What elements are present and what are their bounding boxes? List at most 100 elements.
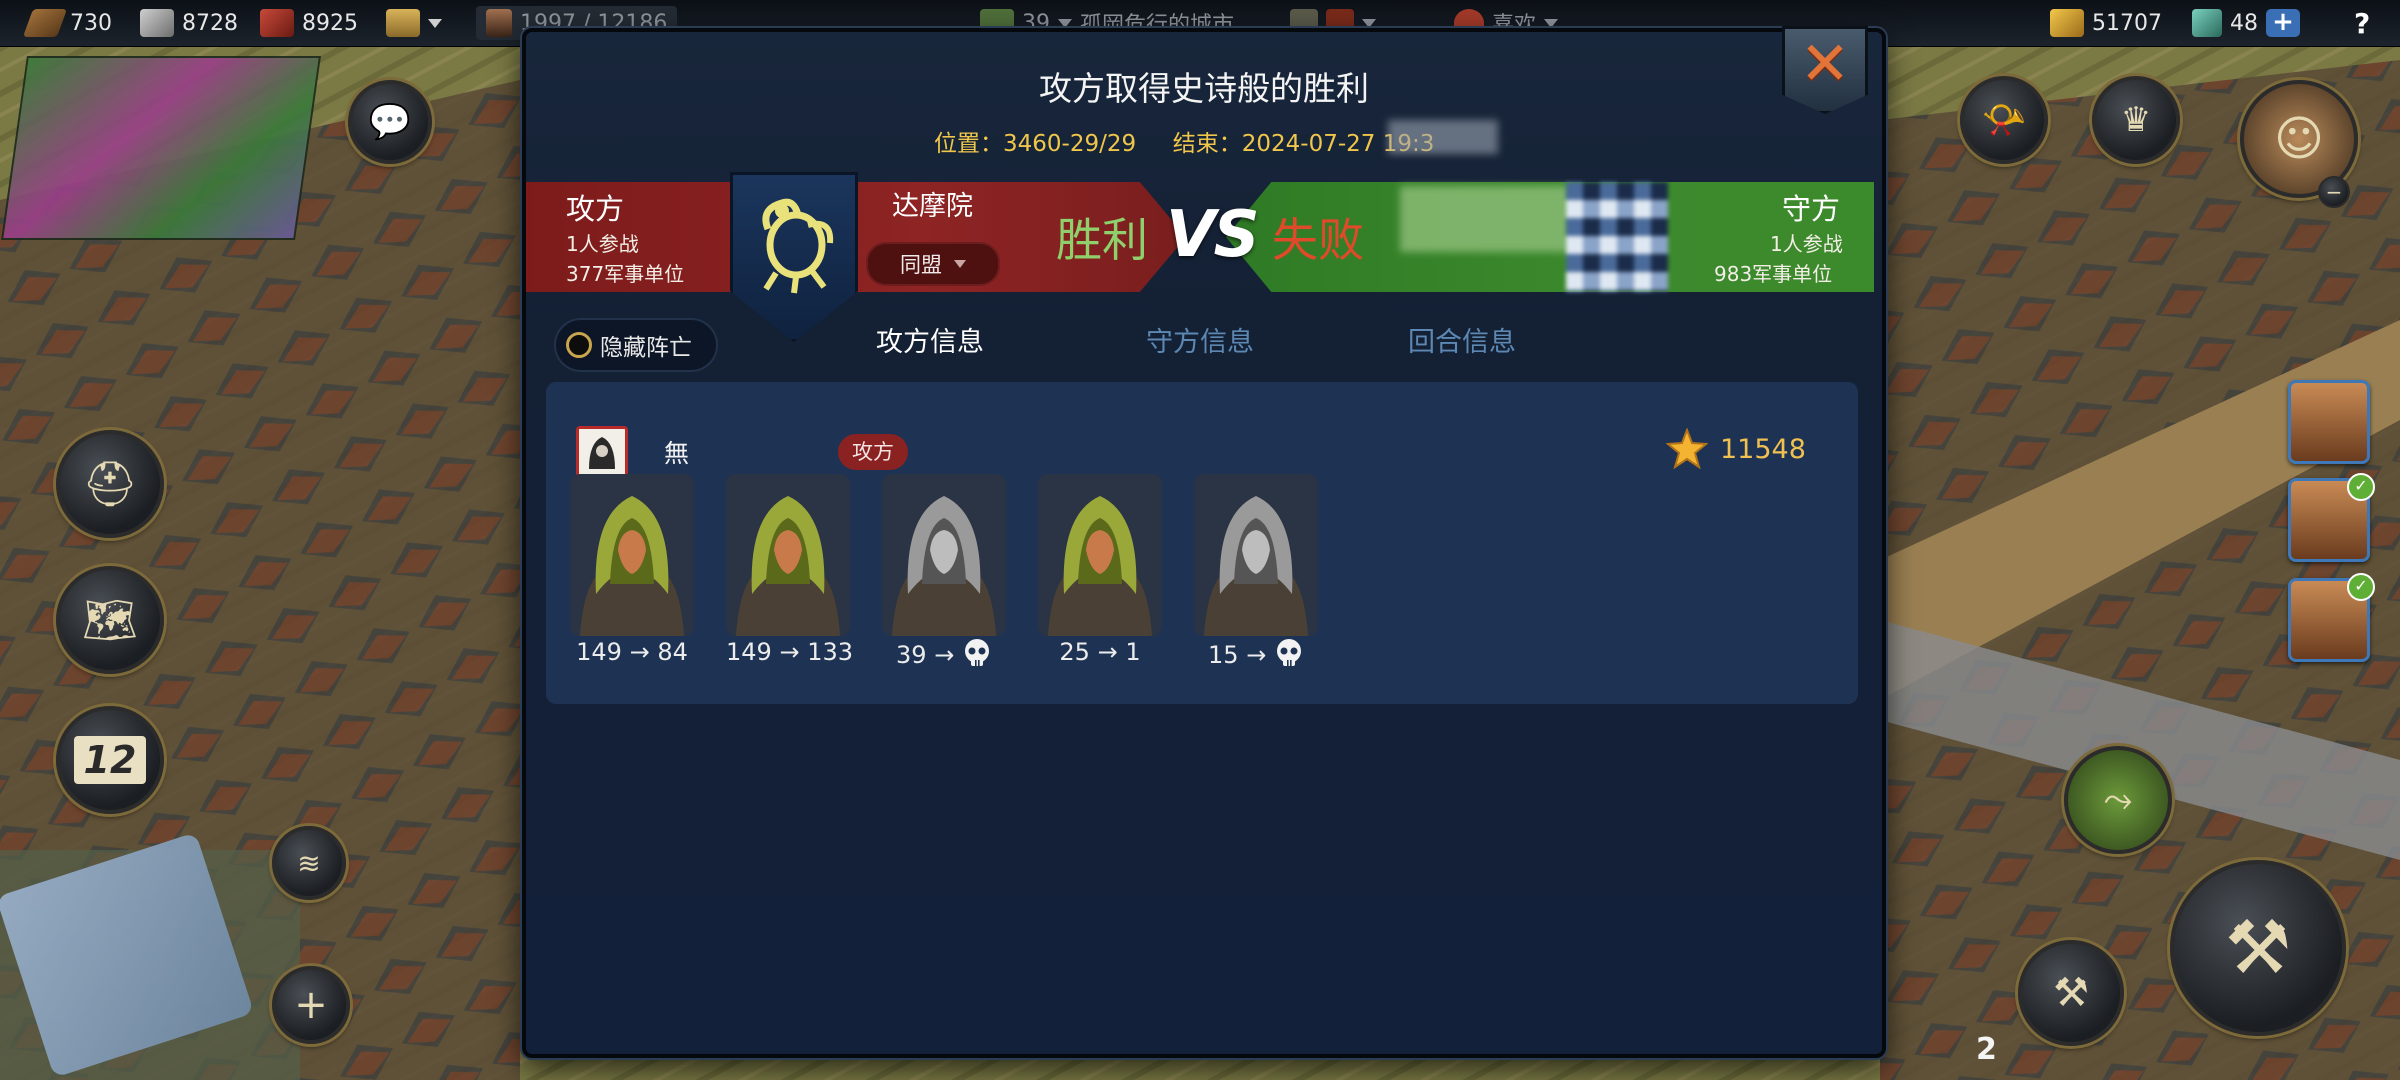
wood-resource[interactable]: 730 — [22, 6, 112, 40]
attacker-participants: 1人参战 — [566, 232, 639, 256]
hero-portrait-2[interactable]: ✓ — [2288, 473, 2375, 562]
close-icon: ✕ — [1799, 29, 1851, 99]
stone-resource[interactable]: 8728 — [140, 6, 238, 40]
unit-card[interactable] — [882, 474, 1006, 636]
army-button[interactable]: ⛑ — [56, 430, 164, 538]
chevron-down-icon — [1544, 18, 1559, 28]
unit-count-after: 84 — [657, 638, 688, 666]
layers-icon: ≋ — [297, 846, 321, 880]
check-icon: ✓ — [2347, 473, 2375, 501]
player-portrait-icon: ☺ — [2273, 111, 2325, 167]
radio-icon — [566, 332, 592, 358]
battle-location-line: 位置：3460-29/29 结束：2024-07-27 19:3 — [934, 124, 1434, 158]
unit-count-label: 149 → 133 — [726, 638, 853, 666]
arrow-right-icon: → — [621, 638, 658, 666]
unit-count-label: 39 → — [882, 638, 1006, 674]
blurred-defender-name — [1400, 186, 1570, 252]
calendar-button[interactable]: 12 — [56, 706, 164, 814]
hammer-button[interactable]: ⚒ — [2170, 860, 2346, 1036]
stone-icon — [140, 9, 174, 37]
arrow-right-icon: → — [926, 641, 962, 669]
gems-resource[interactable]: 48 + — [2192, 6, 2300, 40]
plus-icon: + — [294, 982, 328, 1028]
defender-participants: 1人参战 — [1770, 232, 1843, 256]
road-build-button[interactable]: ⤳ — [2064, 746, 2172, 854]
hooded-archer-icon — [882, 474, 1006, 636]
player-avatar[interactable] — [576, 426, 628, 478]
horn-button[interactable]: 📯 — [1960, 76, 2048, 164]
unit-count-after: 133 — [807, 638, 853, 666]
unit-count-before: 149 — [726, 638, 772, 666]
unit-card[interactable] — [1194, 474, 1318, 636]
hero-portrait-1[interactable] — [2288, 380, 2370, 464]
unit-card[interactable] — [726, 474, 850, 636]
chat-bubble-icon: 💬 — [368, 102, 412, 142]
add-gems-button[interactable]: + — [2266, 9, 2300, 37]
arrow-right-icon: → — [1089, 638, 1126, 666]
battle-report-dialog: 攻方取得史诗般的胜利 位置：3460-29/29 结束：2024-07-27 1… — [522, 26, 1886, 1058]
help-icon: ? — [2354, 6, 2371, 40]
hooded-archer-icon — [1038, 474, 1162, 636]
skull-icon — [962, 638, 992, 674]
tab-round-info[interactable]: 回合信息 — [1408, 320, 1516, 359]
unit-count-before: 39 — [896, 641, 927, 669]
chat-button[interactable]: 💬 — [348, 80, 432, 164]
zoom-out-button[interactable]: − — [2318, 176, 2350, 208]
guild-button[interactable]: ♛ — [2092, 76, 2180, 164]
tab-attacker-info[interactable]: 攻方信息 — [876, 320, 984, 359]
defender-units: 983军事单位 — [1714, 262, 1833, 286]
hooded-archer-icon — [570, 474, 694, 636]
gems-amount: 48 — [2230, 10, 2258, 36]
chevron-down-icon — [1362, 18, 1376, 28]
hide-dead-toggle[interactable]: 隐藏阵亡 — [554, 318, 718, 372]
alliance-name[interactable]: 达摩院 — [892, 184, 973, 223]
crate-icon — [386, 9, 420, 37]
alliance-shield[interactable] — [730, 172, 858, 342]
iron-icon — [260, 9, 294, 37]
unit-card[interactable] — [570, 474, 694, 636]
hooded-archer-icon — [726, 474, 850, 636]
iron-resource[interactable]: 8925 — [260, 6, 358, 40]
help-button[interactable]: ? — [2354, 6, 2370, 40]
alliance-tag: 同盟 — [900, 253, 942, 277]
star-icon — [1666, 428, 1708, 470]
player-name: 無 — [664, 439, 690, 468]
horn-icon: 📯 — [1981, 100, 2027, 141]
hero-portrait-3[interactable]: ✓ — [2288, 573, 2375, 662]
minimap[interactable] — [1, 56, 321, 240]
blurred-defender-emblem[interactable] — [1566, 182, 1668, 292]
wood-icon — [22, 9, 68, 37]
player-score: 11548 — [1666, 428, 1806, 470]
tab-defender-info[interactable]: 守方信息 — [1146, 320, 1254, 359]
unit-count-label: 25 → 1 — [1038, 638, 1162, 666]
unit-count-before: 25 — [1059, 638, 1090, 666]
gold-bar-icon — [2050, 9, 2084, 37]
location-value[interactable]: 3460-29/29 — [1003, 131, 1136, 157]
unit-count-label: 149 → 84 — [570, 638, 694, 666]
unit-count-after: 1 — [1125, 638, 1141, 666]
blurred-region — [1388, 120, 1498, 154]
attacker-label: 攻方 — [566, 192, 625, 226]
player-role-badge: 攻方 — [838, 434, 908, 470]
gold-amount: 51707 — [2092, 10, 2162, 36]
alliance-dropdown[interactable]: 同盟 — [866, 242, 1000, 286]
gold-resource[interactable]: 51707 — [2050, 6, 2162, 40]
defender-label: 守方 — [1782, 192, 1841, 226]
population-icon — [486, 9, 512, 37]
shovel-button[interactable]: ⚒ — [2018, 940, 2124, 1046]
storage-dropdown[interactable] — [386, 6, 442, 40]
layers-button[interactable]: ≋ — [272, 826, 346, 900]
end-label: 结束： — [1172, 131, 1242, 157]
wood-amount: 730 — [70, 10, 112, 36]
unit-count-before: 149 — [576, 638, 622, 666]
check-icon: ✓ — [2347, 573, 2375, 601]
unit-card[interactable] — [1038, 474, 1162, 636]
vs-label: VS — [1166, 198, 1260, 272]
world-map-button[interactable]: 🗺 — [56, 566, 164, 674]
chevron-down-icon — [1058, 18, 1072, 28]
assassin-avatar-icon — [579, 429, 625, 475]
build-button[interactable]: + — [272, 966, 350, 1044]
chevron-down-icon — [428, 18, 442, 28]
crown-icon: ♛ — [2120, 100, 2152, 140]
shovel-icon: ⚒ — [2053, 970, 2089, 1016]
